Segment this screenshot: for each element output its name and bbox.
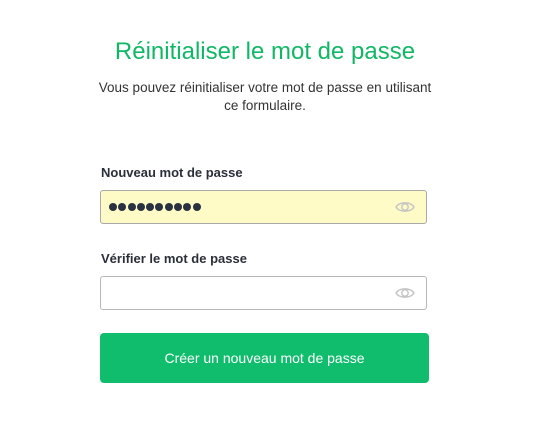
create-password-button-label: Créer un nouveau mot de passe (164, 350, 365, 366)
page-title: Réinitialiser le mot de passe (114, 38, 416, 65)
eye-icon[interactable] (395, 199, 415, 215)
page-subtitle: Vous pouvez réinitialiser votre mot de p… (85, 79, 445, 115)
mask-dot (183, 203, 192, 211)
subtitle-line-1: Vous pouvez réinitialiser votre mot de p… (98, 80, 432, 95)
mask-dot (136, 203, 145, 211)
mask-dot (155, 203, 164, 211)
new-password-label: Nouveau mot de passe (101, 165, 243, 180)
mask-dot (118, 203, 127, 211)
verify-password-label: Vérifier le mot de passe (101, 251, 247, 266)
create-password-button[interactable]: Créer un nouveau mot de passe (100, 333, 429, 383)
password-mask (109, 191, 201, 223)
mask-dot (164, 203, 173, 211)
new-password-field[interactable] (100, 190, 427, 224)
mask-dot (109, 203, 117, 211)
subtitle-line-2: ce formulaire. (224, 98, 306, 113)
mask-dot (174, 203, 183, 211)
mask-dot (192, 203, 201, 211)
mask-dot (146, 203, 155, 211)
verify-password-field[interactable] (100, 276, 427, 310)
eye-icon[interactable] (395, 285, 415, 301)
mask-dot (127, 203, 136, 211)
